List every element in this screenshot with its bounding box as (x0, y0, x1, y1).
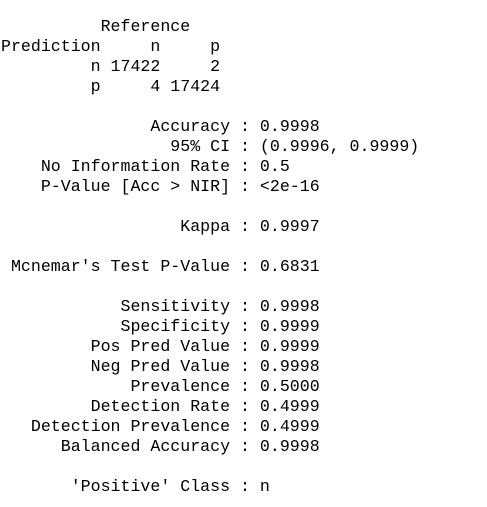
detection-prevalence-line: Detection Prevalence : 0.4999 (1, 417, 320, 436)
pos-pred-line: Pos Pred Value : 0.9999 (1, 337, 320, 356)
ci-line: 95% CI : (0.9996, 0.9999) (1, 137, 420, 156)
sensitivity-line: Sensitivity : 0.9998 (1, 297, 320, 316)
reference-header: Reference (1, 17, 191, 36)
positive-class-line: 'Positive' Class : n (1, 477, 270, 496)
prediction-header: Prediction n p (1, 37, 221, 56)
console-output: Reference Prediction n p n 17422 2 p 4 17… (1, 17, 419, 497)
prevalence-line: Prevalence : 0.5000 (1, 377, 320, 396)
neg-pred-line: Neg Pred Value : 0.9998 (1, 357, 320, 376)
kappa-line: Kappa : 0.9997 (1, 217, 320, 236)
pvalue-line: P-Value [Acc > NIR] : <2e-16 (1, 177, 320, 196)
accuracy-line: Accuracy : 0.9998 (1, 117, 320, 136)
confusion-row-p: p 4 17424 (1, 77, 221, 96)
specificity-line: Specificity : 0.9999 (1, 317, 320, 336)
balanced-accuracy-line: Balanced Accuracy : 0.9998 (1, 437, 320, 456)
detection-rate-line: Detection Rate : 0.4999 (1, 397, 320, 416)
mcnemar-line: Mcnemar's Test P-Value : 0.6831 (1, 257, 320, 276)
confusion-row-n: n 17422 2 (1, 57, 221, 76)
nir-line: No Information Rate : 0.5 (1, 157, 290, 176)
